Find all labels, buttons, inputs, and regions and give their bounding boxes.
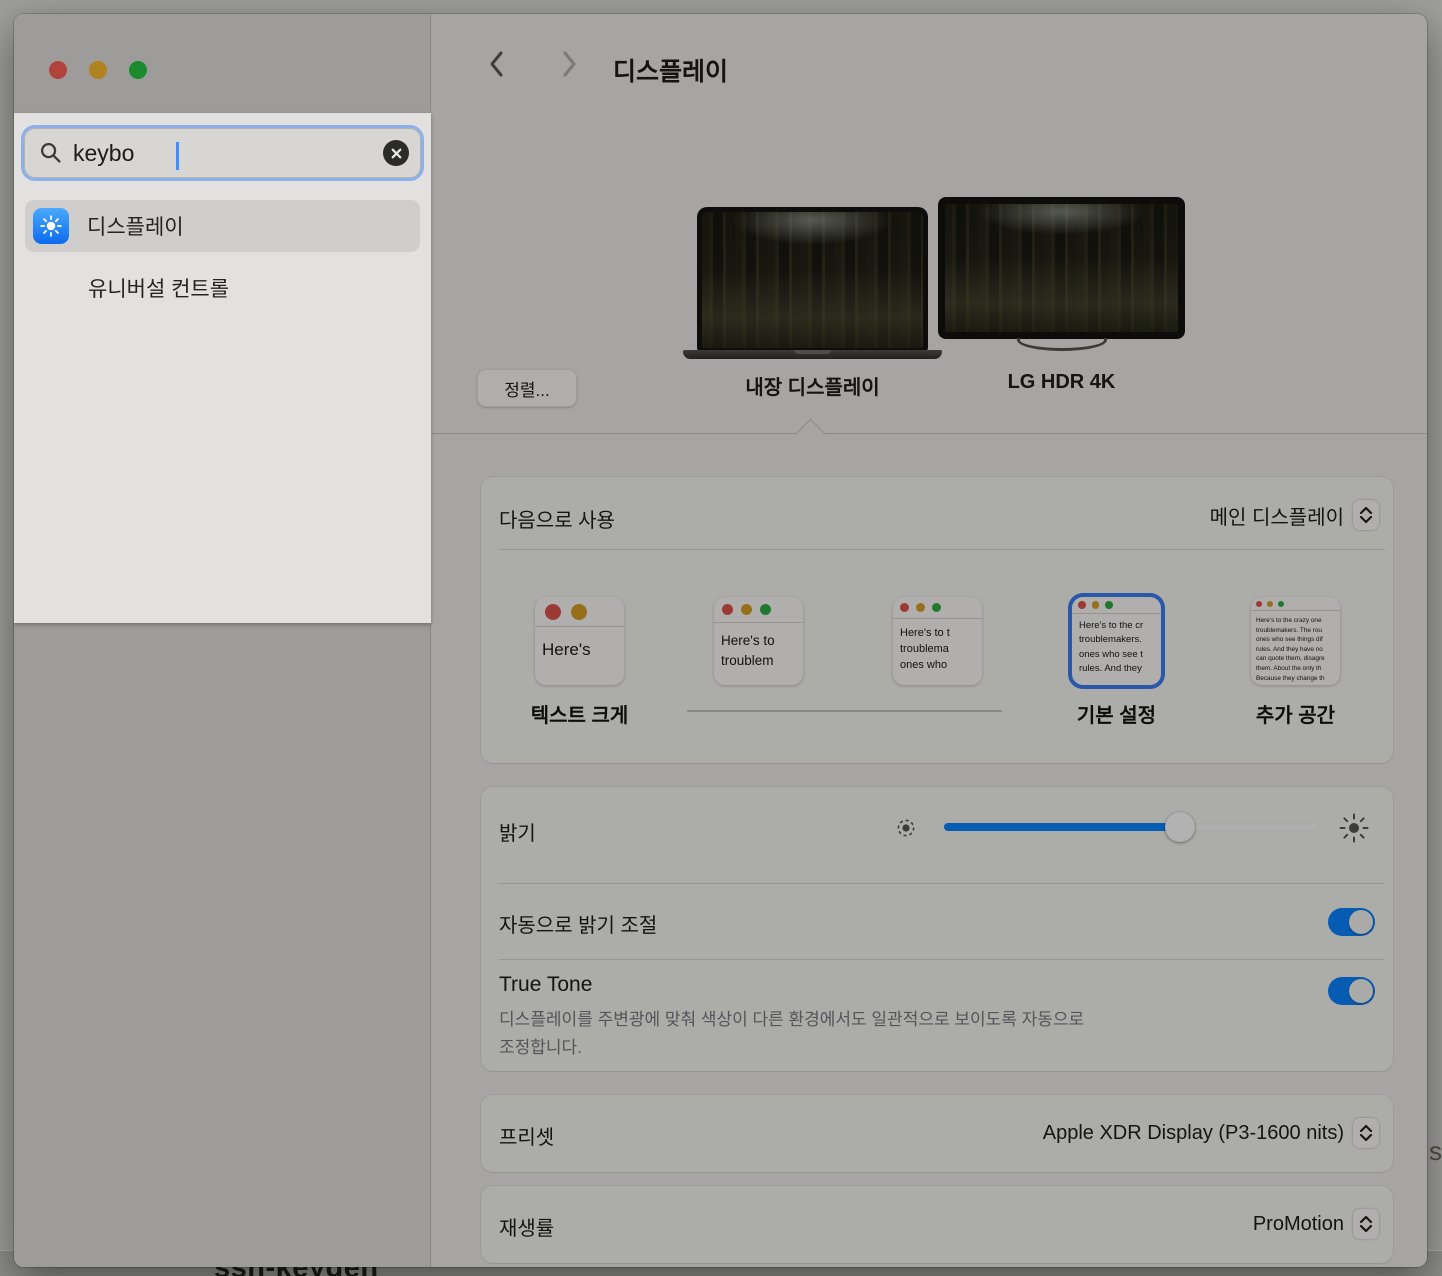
chevron-right-icon xyxy=(557,48,581,80)
system-settings-window: 디스플레이 내장 디스플레이 LG HDR 4K 정렬... 다음으로 사용 메… xyxy=(14,14,1427,1267)
mini-window-titlebar xyxy=(714,597,803,623)
auto-brightness-toggle[interactable] xyxy=(1328,908,1375,936)
search-icon xyxy=(39,141,63,165)
search-result-display[interactable]: 디스플레이 xyxy=(25,200,420,252)
brightness-card: 밝기 자동으로 밝기 조절 xyxy=(481,787,1393,1071)
mini-window-titlebar xyxy=(893,597,982,619)
search-results-popover: 디스플레이 유니버설 컨트롤 xyxy=(14,113,431,623)
section-divider xyxy=(432,433,1427,434)
mini-window-titlebar xyxy=(1251,597,1340,611)
auto-brightness-label: 자동으로 밝기 조절 xyxy=(499,909,657,938)
scaling-option-3[interactable]: Here's to ttroublemaones who xyxy=(893,597,982,685)
resolution-card: 다음으로 사용 메인 디스플레이 Here's Here's totrouble… xyxy=(481,477,1393,763)
refresh-rate-card: 재생률 ProMotion xyxy=(481,1186,1393,1263)
true-tone-toggle[interactable] xyxy=(1328,977,1375,1005)
stepper-icon[interactable] xyxy=(1353,500,1379,530)
use-as-dropdown[interactable]: 메인 디스플레이 xyxy=(1210,500,1379,530)
mini-window-text: Here's to the crazy onetroublemakers. Th… xyxy=(1251,611,1340,683)
close-icon xyxy=(390,147,403,160)
wallpaper-preview xyxy=(945,204,1178,332)
sun-max-icon xyxy=(1339,813,1369,843)
minimize-window-button[interactable] xyxy=(89,61,107,79)
monitor-stand xyxy=(1017,338,1107,351)
brightness-slider-knob[interactable] xyxy=(1165,812,1195,842)
builtin-display-thumbnail[interactable] xyxy=(697,207,928,351)
arrange-button[interactable]: 정렬... xyxy=(477,369,577,407)
search-result-universal-control[interactable]: 유니버설 컨트롤 xyxy=(88,273,229,303)
stepper-icon[interactable] xyxy=(1353,1209,1379,1239)
row-divider xyxy=(499,549,1385,550)
preset-label: 프리셋 xyxy=(499,1121,554,1150)
scaling-option-larger-text[interactable]: Here's xyxy=(535,597,624,685)
background-window-text-right: s xyxy=(1429,1136,1442,1167)
zoom-window-button[interactable] xyxy=(129,61,147,79)
use-as-value: 메인 디스플레이 xyxy=(1210,501,1344,530)
refresh-rate-dropdown[interactable]: ProMotion xyxy=(1253,1209,1379,1239)
external-display-thumbnail[interactable] xyxy=(938,197,1185,339)
back-button[interactable] xyxy=(480,47,514,81)
true-tone-description-line1: 디스플레이를 주변광에 맞춰 색상이 다른 환경에서도 일관적으로 보이도록 자… xyxy=(499,1005,1084,1030)
row-divider xyxy=(499,959,1385,960)
mini-window-text: Here's to the crtroublemakers. ones who … xyxy=(1072,614,1161,676)
search-result-label: 디스플레이 xyxy=(87,211,184,241)
preset-dropdown[interactable]: Apple XDR Display (P3-1600 nits) xyxy=(1043,1118,1379,1148)
scaling-label-default: 기본 설정 xyxy=(1045,699,1188,728)
mini-window-text: Here's xyxy=(535,627,624,660)
chevron-left-icon xyxy=(485,48,509,80)
refresh-rate-value: ProMotion xyxy=(1253,1213,1344,1236)
mini-window-titlebar xyxy=(1072,597,1161,614)
wallpaper-preview xyxy=(702,212,923,348)
use-as-label: 다음으로 사용 xyxy=(499,504,615,533)
true-tone-label: True Tone xyxy=(499,973,592,997)
scaling-label-larger-text: 텍스트 크게 xyxy=(508,699,651,728)
true-tone-description-line2: 조정합니다. xyxy=(499,1033,582,1058)
close-window-button[interactable] xyxy=(49,61,67,79)
scaling-option-2[interactable]: Here's totroublem xyxy=(714,597,803,685)
preset-value: Apple XDR Display (P3-1600 nits) xyxy=(1043,1122,1344,1145)
stepper-icon[interactable] xyxy=(1353,1118,1379,1148)
preset-card: 프리셋 Apple XDR Display (P3-1600 nits) xyxy=(481,1095,1393,1172)
forward-button[interactable] xyxy=(552,47,586,81)
mini-window-text: Here's totroublem xyxy=(714,623,803,672)
external-display-label: LG HDR 4K xyxy=(938,371,1185,394)
scaling-track-line xyxy=(687,710,1002,712)
display-settings-pane: 디스플레이 내장 디스플레이 LG HDR 4K 정렬... 다음으로 사용 메… xyxy=(432,14,1427,1267)
scaling-option-default[interactable]: Here's to the crtroublemakers. ones who … xyxy=(1072,597,1161,685)
search-field[interactable] xyxy=(21,125,424,181)
brightness-slider[interactable] xyxy=(944,823,1319,831)
sun-min-icon xyxy=(895,817,917,839)
toggle-knob xyxy=(1349,910,1373,934)
laptop-notch xyxy=(794,350,831,354)
clear-search-button[interactable] xyxy=(383,140,409,166)
row-divider xyxy=(499,883,1385,884)
refresh-rate-label: 재생률 xyxy=(499,1212,554,1241)
builtin-display-label: 내장 디스플레이 xyxy=(697,371,928,400)
brightness-slider-fill xyxy=(944,823,1180,831)
scaling-label-more-space: 추가 공간 xyxy=(1224,699,1367,728)
brightness-icon xyxy=(33,208,69,244)
scaling-option-more-space[interactable]: Here's to the crazy onetroublemakers. Th… xyxy=(1251,597,1340,685)
text-cursor xyxy=(176,142,179,170)
mini-window-text: Here's to ttroublemaones who xyxy=(893,619,982,674)
laptop-base xyxy=(683,350,942,359)
mini-window-titlebar xyxy=(535,597,624,627)
toggle-knob xyxy=(1349,979,1373,1003)
brightness-label: 밝기 xyxy=(499,817,536,846)
page-title: 디스플레이 xyxy=(613,52,728,88)
search-input[interactable] xyxy=(73,140,383,167)
selected-display-pointer xyxy=(796,419,826,449)
